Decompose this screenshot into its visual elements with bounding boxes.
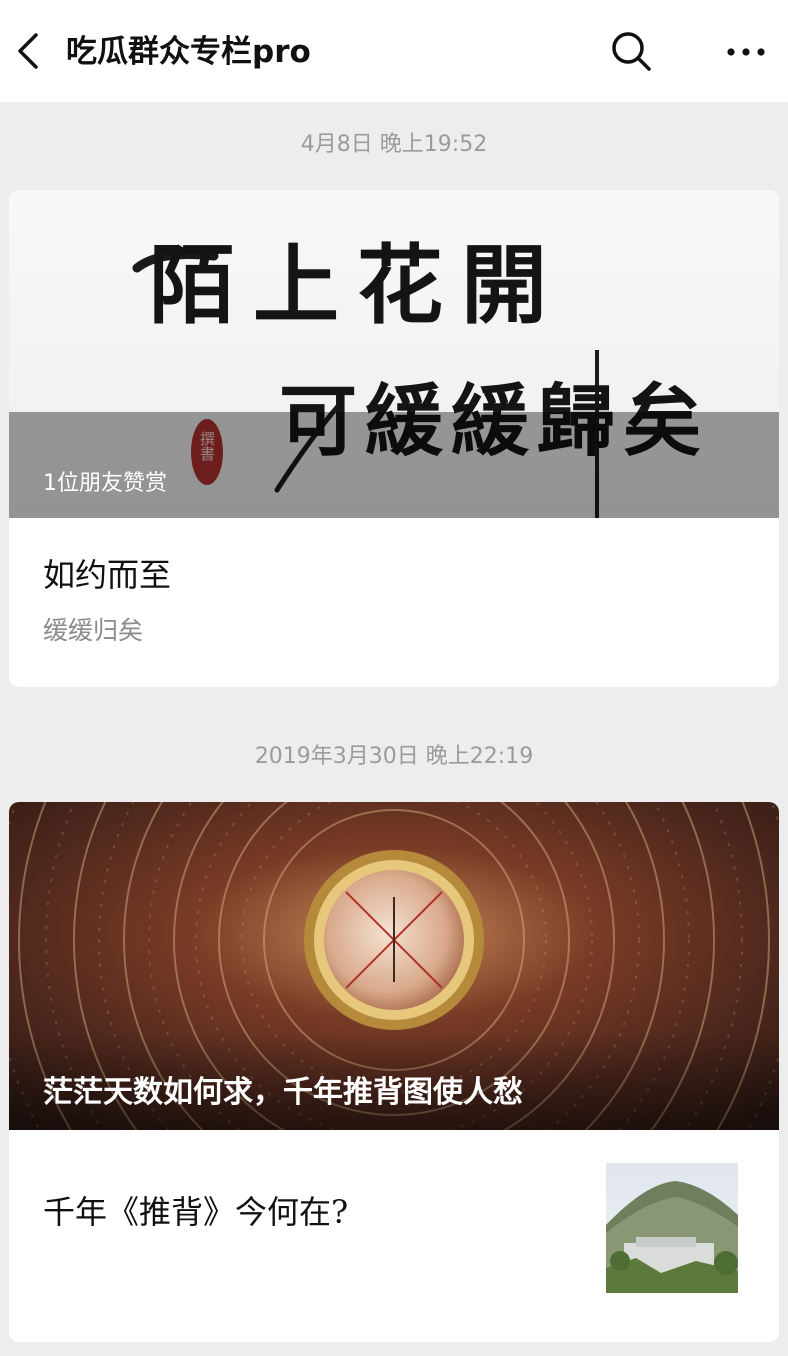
article-title: 如约而至	[43, 556, 172, 594]
calligraphy-line-1: 陌上花開	[149, 235, 565, 336]
cover-caption: 茫茫天数如何求，千年推背图使人愁	[43, 1075, 523, 1110]
article-thumbnail	[606, 1163, 738, 1293]
post-timestamp: 2019年3月30日 晚上22:19	[254, 744, 534, 769]
cover-image-compass: 茫茫天数如何求，千年推背图使人愁	[9, 802, 779, 1130]
article-subtitle: 缓缓归矣	[43, 616, 144, 645]
search-icon	[612, 32, 651, 71]
back-button[interactable]	[8, 26, 48, 76]
article-title: 千年《推背》今何在?	[43, 1193, 349, 1231]
article-card[interactable]: 陌上花開 可緩緩歸矣 撰書 1位朋友赞赏 如约而至 缓缓归矣	[9, 190, 779, 687]
cover-image-calligraphy: 陌上花開 可緩緩歸矣 撰書 1位朋友赞赏	[9, 190, 779, 518]
more-button[interactable]	[718, 32, 774, 72]
more-horizontal-icon	[727, 48, 765, 56]
top-bar: 吃瓜群众专栏pro	[0, 0, 788, 102]
appreciation-count: 1位朋友赞赏	[43, 471, 167, 496]
chevron-left-icon	[18, 33, 38, 69]
page-title: 吃瓜群众专栏pro	[66, 34, 311, 70]
search-button[interactable]	[608, 28, 654, 74]
post-timestamp: 4月8日 晚上19:52	[300, 132, 488, 157]
